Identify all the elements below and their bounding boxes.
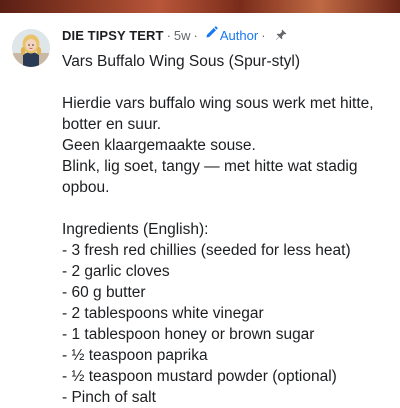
avatar[interactable] [12, 29, 50, 67]
separator-dot: · [261, 27, 266, 43]
intro-line: Geen klaargemaakte souse. [62, 137, 256, 154]
comment-header: DIE TIPSY TERT · 5w · Author · [62, 26, 287, 44]
pencil-icon [205, 26, 218, 44]
ingredient-item: - 2 garlic cloves [62, 263, 170, 280]
comment-card: DIE TIPSY TERT · 5w · Author · Vars Buff… [0, 13, 400, 406]
author-badge-label: Author [219, 27, 259, 43]
ingredient-item: - ½ teaspoon paprika [62, 347, 208, 364]
recipe-title: Vars Buffalo Wing Sous (Spur-styl) [62, 53, 301, 70]
ingredient-item: - 60 g butter [62, 284, 146, 301]
timestamp[interactable]: 5w [174, 28, 191, 43]
ingredient-item: - Pinch of salt [62, 389, 156, 406]
separator-dot: · [166, 27, 171, 43]
author-badge: Author [205, 26, 258, 44]
pin-icon [275, 29, 287, 41]
comment-body: Vars Buffalo Wing Sous (Spur-styl) Hierd… [62, 51, 392, 408]
intro-line: Blink, lig soet, tangy — met hitte wat s… [62, 158, 358, 196]
ingredient-item: - ½ teaspoon mustard powder (optional) [62, 368, 337, 385]
avatar-image [12, 29, 50, 67]
intro-line: Hierdie vars buffalo wing sous werk met … [62, 95, 374, 133]
author-name[interactable]: DIE TIPSY TERT [62, 28, 164, 43]
ingredient-item: - 1 tablespoon honey or brown sugar [62, 326, 315, 343]
ingredient-item: - 3 fresh red chillies (seeded for less … [62, 242, 351, 259]
post-photo-bottom-edge[interactable] [0, 0, 400, 13]
ingredients-heading: Ingredients (English): [62, 221, 209, 238]
separator-dot: · [193, 27, 198, 43]
ingredient-item: - 2 tablespoons white vinegar [62, 305, 264, 322]
